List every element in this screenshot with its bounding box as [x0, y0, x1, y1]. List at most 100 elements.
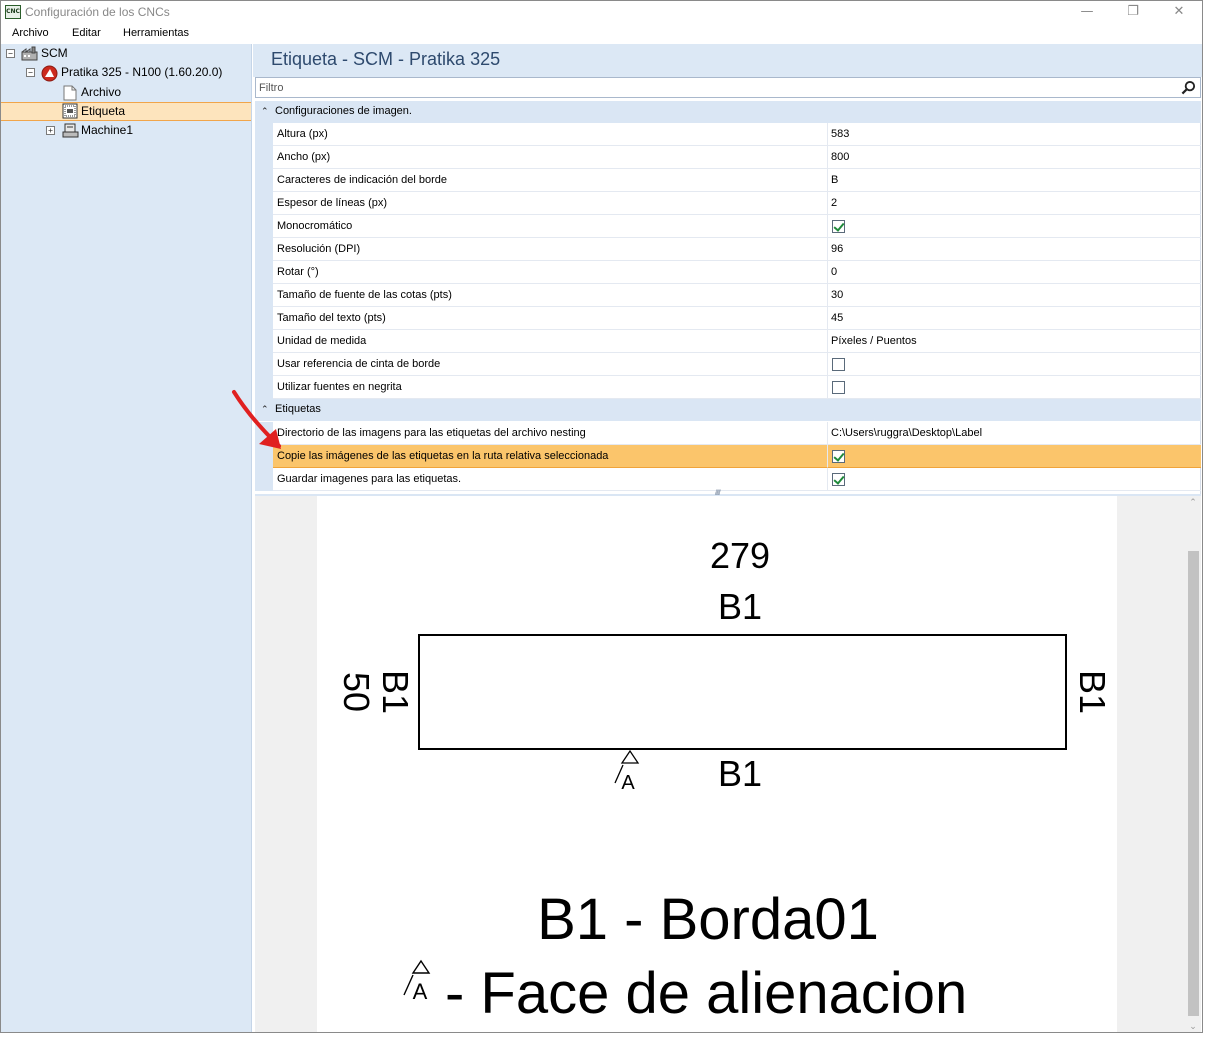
property-value-resolucion[interactable]: 96 [828, 238, 1201, 261]
row-gutter [255, 169, 273, 192]
row-gutter [255, 468, 273, 491]
alignment-letter: A [621, 772, 635, 794]
property-name: Tamaño de fuente de las cotas (pts) [273, 284, 828, 307]
row-gutter [255, 307, 273, 330]
property-name: Altura (px) [273, 123, 828, 146]
page-title: Etiqueta - SCM - Pratika 325 [271, 49, 501, 69]
main-header: Etiqueta - SCM - Pratika 325 [253, 44, 1202, 77]
property-name: Caracteres de indicación del borde [273, 169, 828, 192]
filter-input[interactable] [259, 79, 1159, 96]
property-row[interactable]: Utilizar fuentes en negrita [255, 376, 1201, 399]
property-value-referencia [828, 353, 1201, 376]
edge-label-left: B1 [375, 670, 416, 714]
scroll-down-icon[interactable]: ⌄ [1185, 1022, 1201, 1032]
tree-item-etiqueta[interactable]: Etiqueta [81, 102, 125, 121]
property-name: Monocromático [273, 215, 828, 238]
menu-herramientas[interactable]: Herramientas [123, 27, 189, 39]
collapse-icon[interactable]: − [6, 49, 15, 58]
property-row[interactable]: Usar referencia de cinta de borde [255, 353, 1201, 376]
property-row[interactable]: Tamaño del texto (pts) 45 [255, 307, 1201, 330]
menu-editar[interactable]: Editar [72, 27, 101, 39]
property-value-texto[interactable]: 45 [828, 307, 1201, 330]
tree-item-pratika[interactable]: Pratika 325 - N100 (1.60.20.0) [61, 63, 222, 82]
main-panel: Etiqueta - SCM - Pratika 325 ⌃ Configura… [253, 44, 1202, 1032]
property-name: Utilizar fuentes en negrita [273, 376, 828, 399]
property-row[interactable]: Espesor de líneas (px) 2 [255, 192, 1201, 215]
category-label: Configuraciones de imagen. [275, 105, 412, 117]
property-row[interactable]: Tamaño de fuente de las cotas (pts) 30 [255, 284, 1201, 307]
property-name: Copie las imágenes de las etiquetas en l… [273, 445, 828, 468]
alignment-letter: A [413, 979, 428, 1004]
vertical-scrollbar[interactable]: ⌃ ⌄ [1185, 496, 1201, 1032]
row-gutter [255, 215, 273, 238]
property-row[interactable]: Altura (px) 583 [255, 123, 1201, 146]
menu-archivo[interactable]: Archivo [12, 27, 49, 39]
cnc-tree: − SCM − Pratika 325 - N100 (1.60.20.0) A… [1, 44, 252, 1032]
negrita-checkbox[interactable] [832, 381, 845, 394]
property-name: Usar referencia de cinta de borde [273, 353, 828, 376]
property-value-copie [828, 445, 1201, 468]
property-row[interactable]: Resolución (DPI) 96 [255, 238, 1201, 261]
row-gutter [255, 284, 273, 307]
property-value-fuente-cotas[interactable]: 30 [828, 284, 1201, 307]
restore-button[interactable]: ❐ [1110, 1, 1156, 23]
property-name: Espesor de líneas (px) [273, 192, 828, 215]
annotation-arrow-icon [232, 390, 281, 449]
tree-selection-highlight [1, 102, 251, 121]
monocromatico-checkbox[interactable] [832, 220, 845, 233]
property-row[interactable]: Guardar imagenes para las etiquetas. [255, 468, 1201, 491]
edge-label-bottom: B1 [718, 753, 762, 794]
property-row[interactable]: Monocromático [255, 215, 1201, 238]
alignment-face-icon: A [614, 749, 640, 794]
legend-edge: B1 - Borda01 [537, 887, 879, 952]
collapse-icon[interactable]: − [26, 68, 35, 77]
search-icon[interactable] [1181, 80, 1196, 95]
tree-item-machine1[interactable]: Machine1 [81, 121, 133, 140]
guardar-checkbox[interactable] [832, 473, 845, 486]
property-row[interactable]: Ancho (px) 800 [255, 146, 1201, 169]
property-row-selected[interactable]: Copie las imágenes de las etiquetas en l… [255, 445, 1201, 468]
label-paper: 279 B1 50 B1 B1 B1 A B1 - Borda01 A - Fa… [317, 496, 1117, 1032]
label-drawing: 279 B1 50 B1 B1 B1 A B1 - Borda01 A - Fa… [336, 535, 1113, 1026]
category-etiquetas[interactable]: ⌃ Etiquetas [255, 399, 1201, 421]
property-value-caracteres[interactable]: B [828, 169, 1201, 192]
referencia-checkbox[interactable] [832, 358, 845, 371]
property-name: Ancho (px) [273, 146, 828, 169]
property-value-rotar[interactable]: 0 [828, 261, 1201, 284]
property-row[interactable]: Caracteres de indicación del borde B [255, 169, 1201, 192]
scroll-up-icon[interactable]: ⌃ [1185, 498, 1201, 510]
window-title: Configuración de los CNCs [25, 5, 170, 19]
property-row[interactable]: Directorio de las imagens para las etiqu… [255, 422, 1201, 445]
category-configuraciones[interactable]: ⌃ Configuraciones de imagen. [255, 101, 1201, 123]
property-name: Rotar (°) [273, 261, 828, 284]
row-gutter [255, 353, 273, 376]
property-value-ancho[interactable]: 800 [828, 146, 1201, 169]
property-row[interactable]: Unidad de medida Píxeles / Puentos [255, 330, 1201, 353]
property-row[interactable]: Rotar (°) 0 [255, 261, 1201, 284]
label-icon [62, 103, 78, 119]
machine-icon [62, 123, 79, 138]
scm-logo-icon [41, 65, 58, 82]
cnc-app-icon: CNC [5, 5, 21, 19]
close-button[interactable]: ✕ [1156, 1, 1202, 23]
edge-label-top: B1 [718, 586, 762, 627]
property-value-negrita [828, 376, 1201, 399]
collapse-chevron-icon[interactable]: ⌃ [261, 106, 271, 116]
minimize-button[interactable]: — [1064, 1, 1110, 23]
copie-checkbox[interactable] [832, 450, 845, 463]
alignment-face-icon: A [403, 959, 431, 1004]
scroll-thumb[interactable] [1188, 551, 1199, 1016]
file-icon [63, 85, 77, 101]
row-gutter [255, 192, 273, 215]
property-value-directorio[interactable]: C:\Users\ruggra\Desktop\Label [828, 422, 1201, 445]
property-grid: ⌃ Configuraciones de imagen. Altura (px)… [255, 101, 1201, 494]
expand-icon[interactable]: + [46, 126, 55, 135]
property-value-guardar [828, 468, 1201, 491]
property-value-altura[interactable]: 583 [828, 123, 1201, 146]
property-name: Resolución (DPI) [273, 238, 828, 261]
property-value-espesor[interactable]: 2 [828, 192, 1201, 215]
tree-item-scm[interactable]: SCM [41, 44, 68, 63]
property-value-unidad[interactable]: Píxeles / Puentos [828, 330, 1201, 353]
tree-item-archivo[interactable]: Archivo [81, 83, 121, 102]
row-gutter [255, 146, 273, 169]
